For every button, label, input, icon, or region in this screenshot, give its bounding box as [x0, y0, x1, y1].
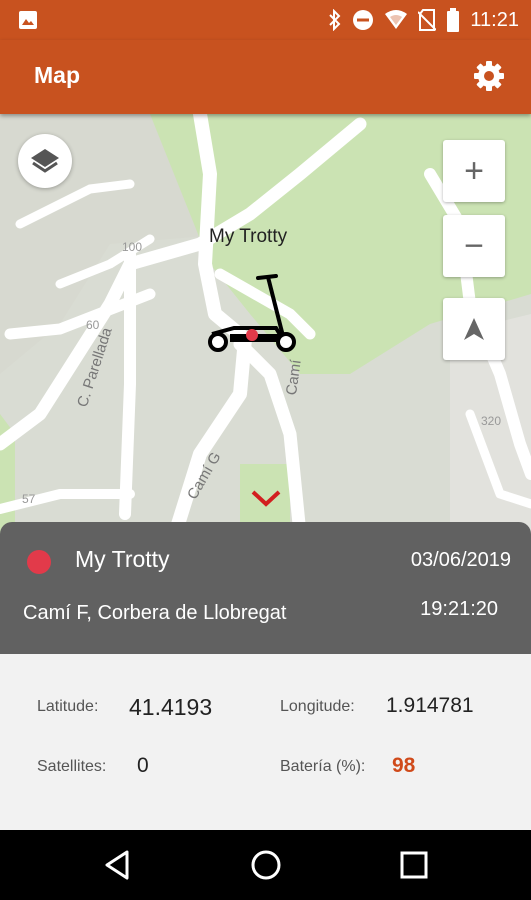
battery-label: Batería (%): [280, 758, 366, 775]
battery-icon [447, 8, 460, 32]
image-icon [19, 11, 37, 29]
map-marker-label: My Trotty [209, 226, 288, 247]
street-number: 320 [481, 414, 502, 428]
wifi-icon [385, 10, 408, 29]
panel-header[interactable]: My Trotty 03/06/2019 Camí F, Corbera de … [0, 522, 531, 654]
longitude-label: Longitude: [280, 698, 355, 715]
chevron-down-icon[interactable] [250, 486, 282, 510]
satellites-value: 0 [137, 754, 149, 777]
home-icon[interactable] [249, 848, 283, 882]
back-icon[interactable] [101, 848, 135, 882]
no-sim-icon [418, 9, 437, 31]
my-location-button[interactable] [443, 298, 505, 360]
longitude-value: 1.914781 [386, 694, 474, 717]
zoom-in-label: + [464, 151, 484, 190]
panel-details: Latitude: 41.4193 Longitude: 1.914781 Sa… [0, 654, 531, 830]
latitude-value: 41.4193 [129, 694, 213, 720]
recents-icon[interactable] [397, 848, 431, 882]
street-number: 100 [122, 240, 143, 254]
latitude-label: Latitude: [37, 698, 99, 715]
gear-icon[interactable] [473, 60, 505, 92]
page-title: Map [34, 62, 80, 88]
zoom-in-button[interactable]: + [443, 140, 505, 202]
zoom-out-button[interactable]: − [443, 215, 505, 277]
device-info-panel: My Trotty 03/06/2019 Camí F, Corbera de … [0, 522, 531, 830]
map-layers-button[interactable] [18, 134, 72, 188]
status-dot [27, 550, 51, 574]
app-bar: Map [0, 40, 531, 114]
bluetooth-icon [329, 9, 341, 31]
zoom-out-label: − [464, 226, 484, 265]
street-number: 60 [86, 318, 100, 332]
satellites-label: Satellites: [37, 758, 107, 775]
scooter-icon[interactable] [206, 272, 298, 356]
do-not-disturb-icon [353, 10, 374, 30]
status-time: 11:21 [470, 8, 519, 31]
status-bar: 11:21 [0, 0, 531, 40]
device-name: My Trotty [75, 546, 170, 572]
navigation-arrow-icon [464, 318, 484, 340]
device-address: Camí F, Corbera de Llobregat [23, 602, 287, 624]
street-number: 57 [22, 492, 36, 506]
last-update-date: 03/06/2019 [410, 549, 511, 571]
system-nav-bar [0, 830, 531, 900]
battery-value: 98 [392, 754, 416, 777]
layers-icon [31, 149, 59, 173]
last-update-time: 19:21:20 [420, 598, 498, 620]
